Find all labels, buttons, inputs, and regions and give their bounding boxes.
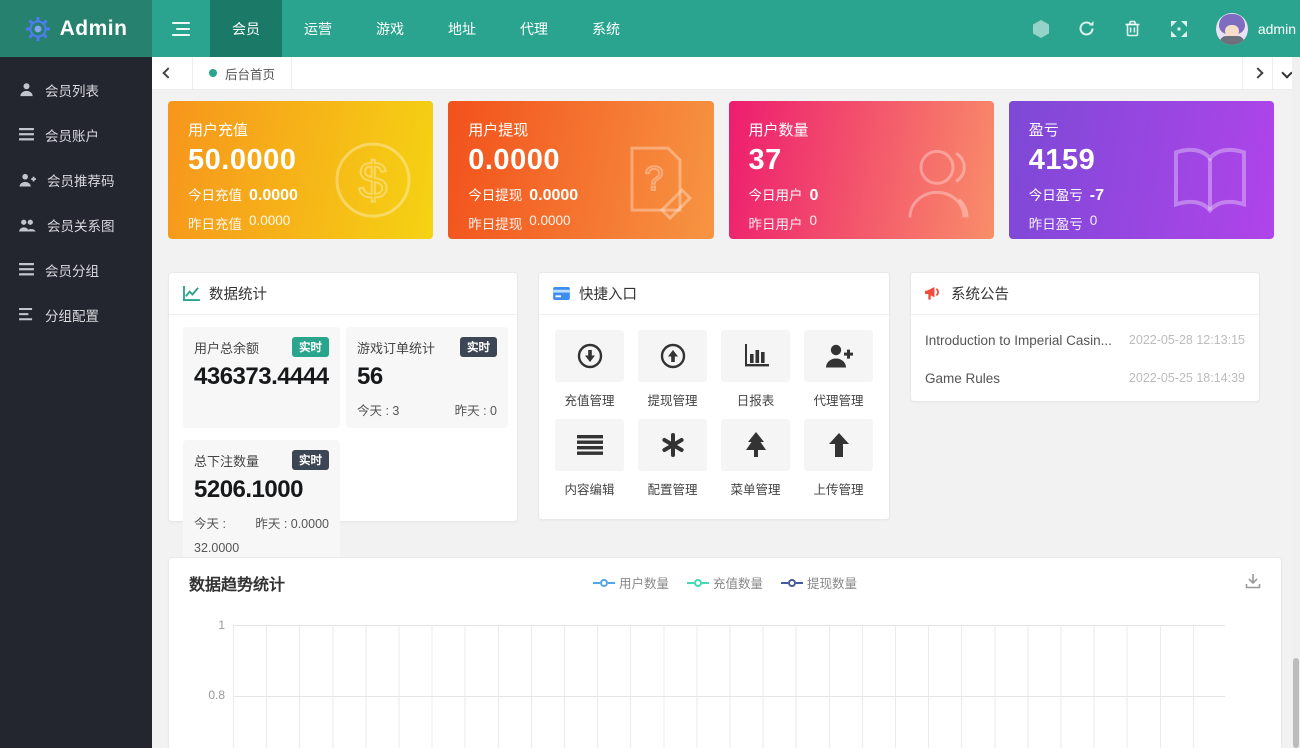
circle-arrow-up-icon — [660, 343, 686, 369]
tab-dashboard-home[interactable]: 后台首页 — [192, 57, 292, 89]
open-book-icon — [1164, 140, 1256, 218]
quick-entry-recharge[interactable]: 充值管理 — [555, 330, 624, 409]
chart-title: 数据趋势统计 — [189, 571, 285, 595]
stat-box-game-orders: 游戏订单统计 实时 56 今天 : 3 昨天 : 0 — [346, 327, 508, 428]
sidebar-item-member-refcode[interactable]: 会员推荐码 — [0, 157, 152, 202]
main-content: 用户充值 50.0000 今日充值0.0000 昨日充值0.0000 $ 用户提… — [152, 90, 1292, 748]
arrow-up-icon — [828, 433, 850, 457]
username-label[interactable]: admin — [1258, 21, 1296, 37]
stat-card-profit: 盈亏 4159 今日盈亏-7 昨日盈亏0 — [1009, 101, 1274, 239]
list-icon — [19, 263, 34, 276]
page-scrollbar — [1292, 57, 1300, 748]
menu-item-game[interactable]: 游戏 — [354, 0, 426, 57]
sidebar: 会员列表 会员账户 会员推荐码 会员关系图 会员分组 分组配置 — [0, 57, 152, 748]
quick-entry-content-edit[interactable]: 内容编辑 — [555, 419, 624, 498]
list-icon — [19, 128, 34, 141]
y-axis-tick: 0.8 — [195, 688, 225, 702]
svg-text:?: ? — [644, 160, 663, 198]
chevron-right-icon — [1252, 67, 1263, 78]
legend-recharge-count[interactable]: 充值数量 — [687, 573, 763, 592]
stat-box-total-balance: 用户总余额 实时 436373.4444 — [183, 327, 340, 428]
tab-scroll-right-button[interactable] — [1242, 57, 1272, 89]
tab-scroll-left-button[interactable] — [152, 57, 184, 89]
megaphone-icon — [925, 286, 942, 301]
fullscreen-icon[interactable] — [1156, 0, 1202, 57]
quick-entry-upload[interactable]: 上传管理 — [804, 419, 873, 498]
sidebar-item-member-list[interactable]: 会员列表 — [0, 67, 152, 112]
announcement-row[interactable]: Game Rules 2022-05-25 18:14:39 — [925, 359, 1245, 397]
quick-entry-withdraw[interactable]: 提现管理 — [638, 330, 707, 409]
trend-chart-panel: 数据趋势统计 用户数量 充值数量 提现数量 — [168, 557, 1282, 748]
menu-item-operation[interactable]: 运营 — [282, 0, 354, 57]
announcement-row[interactable]: Introduction to Imperial Casin... 2022-0… — [925, 321, 1245, 359]
panels-row: 数据统计 用户总余额 实时 436373.4444 游戏订单统计 实时 56 — [168, 272, 1274, 522]
legend-user-count[interactable]: 用户数量 — [593, 573, 669, 592]
hexagon-icon[interactable] — [1018, 0, 1064, 57]
realtime-badge: 实时 — [460, 337, 497, 357]
legend-withdraw-count[interactable]: 提现数量 — [781, 573, 857, 592]
sidebar-item-member-group[interactable]: 会员分组 — [0, 247, 152, 292]
main-menu: 会员 运营 游戏 地址 代理 系统 — [210, 0, 642, 57]
card-icon — [553, 287, 570, 300]
stat-card-withdraw: 用户提现 0.0000 今日提现0.0000 昨日提现0.0000 ? — [448, 101, 713, 239]
sidebar-item-member-graph[interactable]: 会员关系图 — [0, 202, 152, 247]
download-chart-icon[interactable] — [1245, 573, 1261, 594]
asterisk-icon — [661, 433, 685, 457]
sidebar-item-member-account[interactable]: 会员账户 — [0, 112, 152, 157]
trash-icon[interactable] — [1110, 0, 1156, 57]
app-title: Admin — [60, 17, 128, 41]
user-plus-icon — [19, 173, 36, 187]
stat-cards-row: 用户充值 50.0000 今日充值0.0000 昨日充值0.0000 $ 用户提… — [168, 101, 1274, 239]
circle-arrow-down-icon — [577, 343, 603, 369]
chart-plot-area — [233, 625, 1225, 748]
scrollbar-thumb[interactable] — [1293, 658, 1299, 748]
tabs-bar: 后台首页 — [152, 57, 1300, 90]
dollar-circle-icon: $ — [331, 138, 415, 222]
stat-box-total-bets: 总下注数量 实时 5206.1000 今天 : 昨天 : 0.0000 32.0… — [183, 440, 340, 564]
chevron-down-icon — [1281, 67, 1292, 78]
line-chart-icon — [183, 286, 200, 301]
users-outline-icon — [890, 137, 976, 223]
sidebar-item-group-config[interactable]: 分组配置 — [0, 292, 152, 337]
realtime-badge: 实时 — [292, 450, 329, 470]
quick-entry-daily-report[interactable]: 日报表 — [721, 330, 790, 409]
svg-text:$: $ — [359, 152, 388, 210]
quick-entry-menu[interactable]: 菜单管理 — [721, 419, 790, 498]
legend-line-circle-icon — [781, 579, 803, 587]
menu-item-address[interactable]: 地址 — [426, 0, 498, 57]
chart-legend: 用户数量 充值数量 提现数量 — [169, 573, 1281, 592]
bar-chart-icon — [743, 344, 769, 368]
user-icon — [19, 82, 34, 97]
data-statistics-panel: 数据统计 用户总余额 实时 436373.4444 游戏订单统计 实时 56 — [168, 272, 518, 522]
document-question-icon: ? — [616, 138, 696, 222]
quick-entry-config[interactable]: 配置管理 — [638, 419, 707, 498]
menu-item-member[interactable]: 会员 — [210, 0, 282, 57]
menu-item-system[interactable]: 系统 — [570, 0, 642, 57]
legend-line-circle-icon — [687, 579, 709, 587]
tree-icon — [744, 432, 768, 458]
quick-entry-agent[interactable]: 代理管理 — [804, 330, 873, 409]
menu-lines-icon — [577, 435, 603, 455]
user-plus-icon — [825, 344, 853, 368]
menu-item-agent[interactable]: 代理 — [498, 0, 570, 57]
system-announcement-panel: 系统公告 Introduction to Imperial Casin... 2… — [910, 272, 1260, 402]
chevron-left-icon — [162, 67, 173, 78]
sidebar-collapse-icon[interactable] — [152, 0, 210, 57]
active-tab-dot-icon — [209, 69, 217, 77]
avatar[interactable] — [1216, 13, 1248, 45]
stat-card-users: 用户数量 37 今日用户0 昨日用户0 — [729, 101, 994, 239]
users-icon — [19, 218, 36, 232]
refresh-icon[interactable] — [1064, 0, 1110, 57]
app-logo[interactable]: Admin — [0, 0, 152, 57]
stat-card-recharge: 用户充值 50.0000 今日充值0.0000 昨日充值0.0000 $ — [168, 101, 433, 239]
align-left-icon — [19, 308, 34, 321]
top-navbar: Admin 会员 运营 游戏 地址 代理 系统 — [0, 0, 1300, 57]
quick-entry-panel: 快捷入口 充值管理 提现管理 日报表 代理管理 — [538, 272, 890, 520]
gear-logo-icon — [25, 16, 51, 42]
realtime-badge: 实时 — [292, 337, 329, 357]
legend-line-circle-icon — [593, 579, 615, 587]
y-axis-tick: 1 — [195, 618, 225, 632]
